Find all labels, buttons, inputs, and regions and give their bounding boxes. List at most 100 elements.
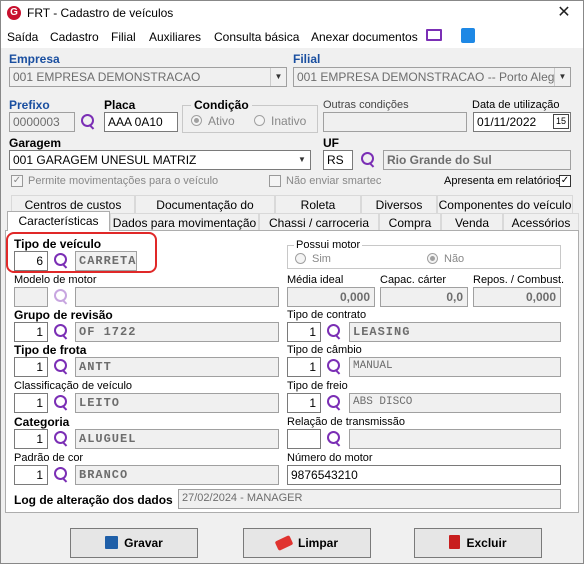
menu-saida[interactable]: Saída: [7, 30, 38, 44]
tipo-frota-value: ANTT: [75, 357, 279, 377]
monitor-icon[interactable]: [426, 29, 442, 41]
save-icon: [105, 536, 119, 549]
relacao-transmissao-value: [349, 429, 561, 449]
tipo-contrato-label: Tipo de contrato: [287, 309, 367, 321]
search-icon[interactable]: [325, 323, 343, 341]
ativo-radio[interactable]: [191, 115, 202, 126]
placa-label: Placa: [104, 98, 136, 112]
chevron-down-icon[interactable]: ▼: [294, 151, 310, 169]
tab-documentacao-do-veiculo[interactable]: Documentação do veículo: [135, 195, 275, 226]
close-button[interactable]: ✕: [549, 3, 579, 23]
prefixo-label: Prefixo: [9, 98, 50, 112]
menu-filial[interactable]: Filial: [111, 30, 136, 44]
relacao-transmissao-label: Relação de transmissão: [287, 416, 406, 428]
gravar-button[interactable]: Gravar: [70, 528, 198, 558]
title-bar: G FRT - Cadastro de veículos ✕: [1, 1, 583, 26]
uf-field[interactable]: RS: [323, 150, 353, 170]
tipo-freio-value: ABS DISCO: [349, 393, 561, 413]
search-icon[interactable]: [52, 430, 70, 448]
search-icon: [52, 288, 70, 306]
chevron-down-icon[interactable]: ▼: [270, 68, 286, 86]
search-icon[interactable]: [359, 151, 377, 169]
tipo-cambio-code[interactable]: 1: [287, 357, 321, 377]
app-logo-icon: G: [7, 6, 21, 20]
garagem-select[interactable]: 001 GARAGEM UNESUL MATRIZ ▼: [9, 150, 311, 170]
tipo-contrato-code[interactable]: 1: [287, 322, 321, 342]
search-icon[interactable]: [52, 466, 70, 484]
classificacao-label: Classificação de veículo: [14, 380, 133, 392]
categoria-code[interactable]: 1: [14, 429, 48, 449]
inativo-label: Inativo: [271, 114, 307, 128]
tab-acessorios[interactable]: Acessórios: [503, 213, 579, 231]
classificacao-code[interactable]: 1: [14, 393, 48, 413]
sim-radio[interactable]: [295, 253, 306, 264]
categoria-value: ALUGUEL: [75, 429, 279, 449]
grupo-revisao-label: Grupo de revisão: [14, 308, 113, 322]
tab-diversos[interactable]: Diversos: [361, 195, 437, 213]
outras-condicoes-field[interactable]: [323, 112, 467, 132]
search-icon[interactable]: [325, 358, 343, 376]
tipo-frota-code[interactable]: 1: [14, 357, 48, 377]
log-label: Log de alteração dos dados: [14, 493, 173, 507]
numero-motor-field[interactable]: 9876543210: [287, 465, 561, 485]
chevron-down-icon[interactable]: ▼: [554, 68, 570, 86]
tipo-freio-label: Tipo de freio: [287, 380, 348, 392]
data-utilizacao-label: Data de utilização: [472, 99, 560, 111]
eraser-icon: [274, 535, 294, 551]
menu-consulta-basica[interactable]: Consulta básica: [214, 30, 299, 44]
search-icon[interactable]: [325, 394, 343, 412]
padrao-cor-code[interactable]: 1: [14, 465, 48, 485]
menu-auxiliares[interactable]: Auxiliares: [149, 30, 201, 44]
gravar-label: Gravar: [124, 536, 163, 550]
menu-cadastro[interactable]: Cadastro: [50, 30, 99, 44]
nao-label: Não: [444, 253, 465, 265]
possui-motor-label: Possui motor: [294, 239, 363, 251]
excluir-button[interactable]: Excluir: [414, 528, 542, 558]
tipo-cambio-value: MANUAL: [349, 357, 561, 377]
nao-enviar-checkbox[interactable]: [269, 175, 281, 187]
tab-caracteristicas[interactable]: Características: [7, 211, 110, 231]
tab-componentes-do-veiculo[interactable]: Componentes do veículo: [437, 195, 573, 213]
grupo-revisao-value: OF 1722: [75, 322, 279, 342]
search-icon[interactable]: [52, 394, 70, 412]
apresenta-label: Apresenta em relatórios: [444, 175, 561, 187]
limpar-label: Limpar: [297, 536, 338, 550]
relacao-transmissao-code[interactable]: [287, 429, 321, 449]
uf-name-field: Rio Grande do Sul: [383, 150, 571, 170]
outras-condicoes-label: Outras condições: [323, 99, 409, 111]
tab-chassi-carroceria[interactable]: Chassi / carroceria: [259, 213, 379, 231]
grupo-revisao-code[interactable]: 1: [14, 322, 48, 342]
calendar-icon[interactable]: 15: [553, 114, 569, 129]
inativo-radio[interactable]: [254, 115, 265, 126]
tab-compra[interactable]: Compra: [379, 213, 441, 231]
garagem-label: Garagem: [9, 136, 62, 150]
excluir-label: Excluir: [466, 536, 507, 550]
limpar-button[interactable]: Limpar: [243, 528, 371, 558]
padrao-cor-value: BRANCO: [75, 465, 279, 485]
search-icon[interactable]: [52, 358, 70, 376]
help-book-icon[interactable]: [461, 28, 475, 43]
tab-venda[interactable]: Venda: [441, 213, 503, 231]
tipo-contrato-value: LEASING: [349, 322, 561, 342]
apresenta-checkbox[interactable]: ✓: [559, 175, 571, 187]
padrao-cor-label: Padrão de cor: [14, 452, 84, 464]
permite-checkbox[interactable]: ✓: [11, 175, 23, 187]
search-icon[interactable]: [325, 430, 343, 448]
menu-anexar-documentos[interactable]: Anexar documentos: [311, 30, 418, 44]
tab-roleta[interactable]: Roleta: [275, 195, 361, 213]
empresa-select[interactable]: 001 EMPRESA DEMONSTRACAO ▼: [9, 67, 287, 87]
placa-field[interactable]: AAA 0A10: [104, 112, 178, 132]
modelo-motor-code: [14, 287, 48, 307]
search-icon[interactable]: [79, 113, 97, 131]
window-title: FRT - Cadastro de veículos: [27, 6, 174, 20]
tipo-freio-code[interactable]: 1: [287, 393, 321, 413]
categoria-label: Categoria: [14, 415, 70, 429]
search-icon[interactable]: [52, 323, 70, 341]
prefixo-field[interactable]: 0000003: [9, 112, 75, 132]
tab-dados-para-movimentacao[interactable]: Dados para movimentação: [110, 213, 259, 231]
filial-select[interactable]: 001 EMPRESA DEMONSTRACAO -- Porto Alegre…: [293, 67, 571, 87]
nao-enviar-label: Não enviar smartec: [286, 175, 382, 187]
log-field: 27/02/2024 - MANAGER: [178, 489, 561, 509]
nao-radio[interactable]: [427, 253, 438, 264]
numero-motor-label: Número do motor: [287, 452, 373, 464]
